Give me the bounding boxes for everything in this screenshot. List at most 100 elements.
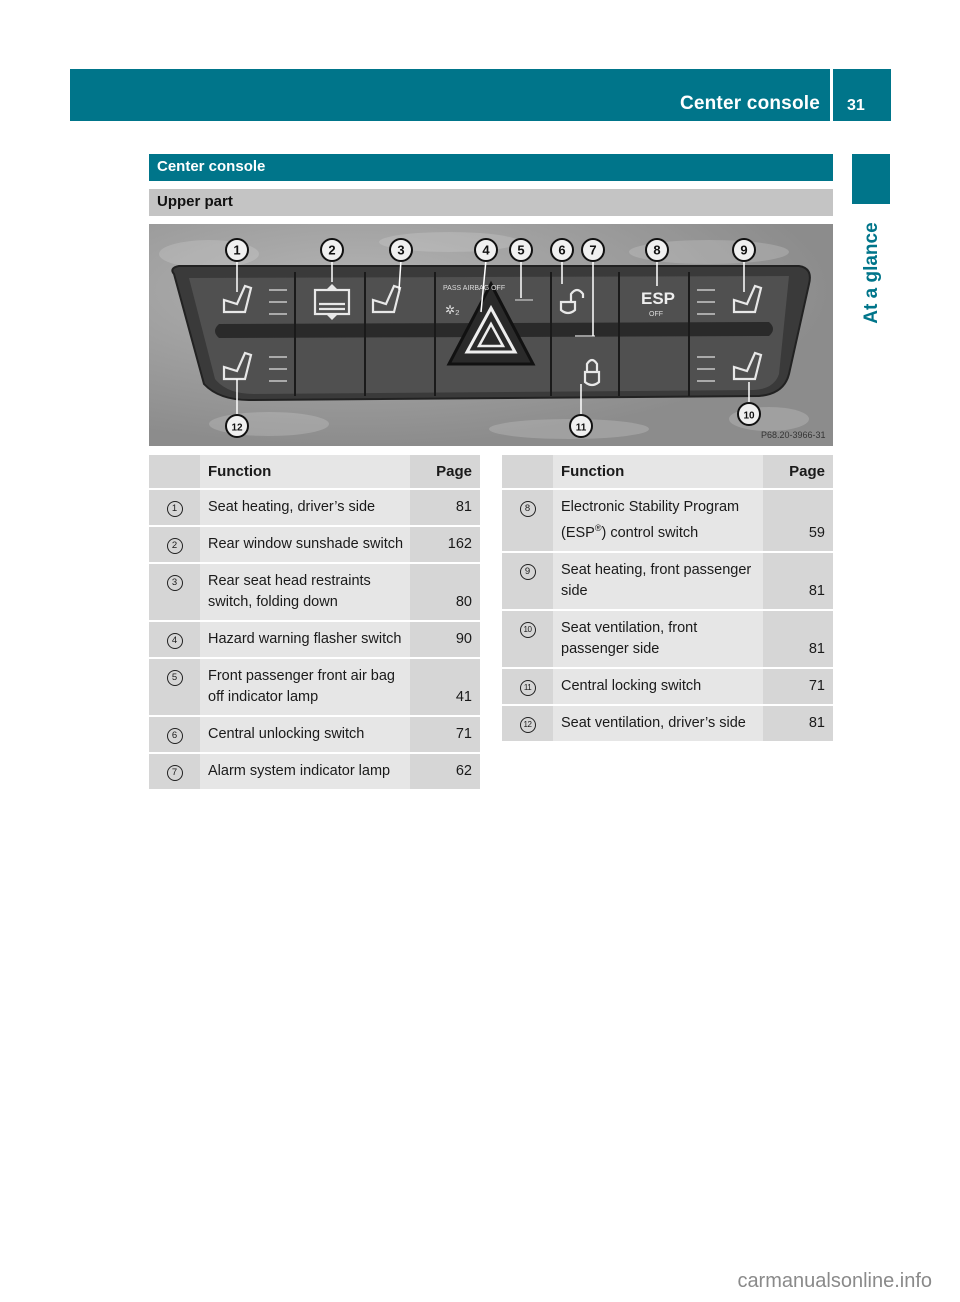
- callout-number-cell: 3: [149, 564, 200, 622]
- callout-number-icon: 4: [166, 633, 183, 649]
- callout-number: 11: [576, 423, 587, 434]
- callout-number-icon: 5: [166, 670, 183, 686]
- table-header-row: Function Page: [149, 455, 480, 490]
- callout-number-icon: 2: [166, 538, 183, 554]
- function-text: ) control switch: [601, 524, 699, 541]
- page-reference-cell: 81: [763, 610, 833, 669]
- page-number: 31: [847, 97, 865, 114]
- table-header-row: Function Page: [502, 455, 833, 490]
- callout-number: 4: [482, 243, 490, 258]
- header-function: Function: [200, 455, 410, 490]
- subsection-header: Upper part: [149, 189, 833, 216]
- table-row: 9 Seat heating, front passenger side 81: [502, 552, 833, 611]
- callout-number: 8: [653, 243, 660, 258]
- callout-number: 6: [558, 243, 565, 258]
- callout-number: 12: [231, 423, 243, 434]
- function-cell: Alarm system indicator lamp: [200, 754, 410, 791]
- function-cell: Seat ventilation, front passenger side: [553, 610, 763, 669]
- function-table-left: Function Page 1 Seat heating, driver’s si…: [149, 455, 480, 791]
- figure-reference-code: P68.20-3966-31: [761, 430, 826, 440]
- section-title: Center console: [157, 158, 266, 175]
- page-number-box: 31: [833, 69, 891, 121]
- header-number: [502, 455, 553, 490]
- function-cell: Hazard warning flasher switch: [200, 622, 410, 659]
- page-reference-cell: 62: [410, 754, 480, 791]
- page-reference-cell: 71: [410, 717, 480, 754]
- function-cell: Central locking switch: [553, 668, 763, 706]
- callout-number-cell: 7: [149, 754, 200, 791]
- callout-number-cell: 1: [149, 490, 200, 527]
- callout-number: 1: [233, 243, 240, 258]
- page-reference-cell: 71: [763, 668, 833, 706]
- callout-number-icon: 7: [166, 765, 183, 781]
- function-cell: Rear seat head restraints switch, foldin…: [200, 564, 410, 622]
- svg-text:✲₂: ✲₂: [445, 303, 460, 317]
- callout-number-cell: 4: [149, 622, 200, 659]
- console-illustration: PASS AIRBAG OFF ✲₂ ESP OFF 1 2 3 4 5 6 7 8 91011…: [149, 224, 833, 446]
- header-page: Page: [410, 455, 480, 490]
- table-row: 3 Rear seat head restraints switch, foldi…: [149, 564, 480, 622]
- header-number: [149, 455, 200, 490]
- table-row: 4 Hazard warning flasher switch 90: [149, 622, 480, 659]
- callout-number: 7: [589, 243, 596, 258]
- callout-number: 3: [397, 243, 404, 258]
- side-tab: At a glance: [856, 210, 888, 335]
- callout-number-icon: 1: [166, 501, 183, 517]
- page-reference-cell: 81: [763, 552, 833, 611]
- function-cell: Rear window sunshade switch: [200, 527, 410, 564]
- callout-number-icon: 6: [166, 728, 183, 744]
- subsection-title: Upper part: [157, 193, 233, 210]
- callout-number-cell: 9: [502, 552, 553, 611]
- callout-number-cell: 10: [502, 610, 553, 669]
- callout-number-icon: 9: [519, 563, 536, 580]
- table-row: 1 Seat heating, driver’s side 81: [149, 490, 480, 527]
- section-header: Center console: [149, 154, 833, 181]
- callout-number-cell: 12: [502, 705, 553, 743]
- callout-number-icon: 3: [166, 575, 183, 591]
- page-reference-cell: 81: [763, 705, 833, 743]
- function-cell: Central unlocking switch: [200, 717, 410, 754]
- callout-number: 2: [328, 243, 335, 258]
- table-row: 7 Alarm system indicator lamp 62: [149, 754, 480, 791]
- function-cell: Seat ventilation, driver’s side: [553, 705, 763, 743]
- page-reference-cell: 162: [410, 527, 480, 564]
- table-row: 8 Electronic Stability Program (ESP®) con…: [502, 490, 833, 553]
- header-function: Function: [553, 455, 763, 490]
- callout-number-cell: 8: [502, 490, 553, 553]
- page-reference-cell: 41: [410, 659, 480, 717]
- esp-button-label: ESP: [641, 289, 675, 308]
- page-reference-cell: 59: [763, 490, 833, 553]
- callout-number: 5: [517, 243, 524, 258]
- callout-number: 10: [743, 411, 755, 422]
- function-table-right: Function Page 8 Electronic Stability Prog…: [502, 455, 833, 743]
- function-cell: Electronic Stability Program (ESP®) cont…: [553, 490, 763, 553]
- callout-number-icon: 12: [519, 716, 536, 733]
- table-row: 2 Rear window sunshade switch 162: [149, 527, 480, 564]
- header-page: Page: [763, 455, 833, 490]
- function-cell: Front passenger front air bag off indica…: [200, 659, 410, 717]
- table-row: 5 Front passenger front air bag off indic…: [149, 659, 480, 717]
- running-header-title: Center console: [679, 93, 820, 114]
- callout-number-cell: 6: [149, 717, 200, 754]
- callout-number-icon: 10: [519, 621, 536, 638]
- running-header-bar: Center console: [70, 69, 830, 121]
- callout-number-icon: 11: [519, 679, 536, 696]
- esp-off-label: OFF: [649, 311, 663, 318]
- table-row: 11 Central locking switch 71: [502, 668, 833, 706]
- table-row: 6 Central unlocking switch 71: [149, 717, 480, 754]
- airbag-off-label: PASS AIRBAG OFF: [443, 285, 505, 292]
- table-row: 12 Seat ventilation, driver’s side 81: [502, 705, 833, 743]
- callout-number-cell: 11: [502, 668, 553, 706]
- callout-number-cell: 2: [149, 527, 200, 564]
- function-cell: Seat heating, driver’s side: [200, 490, 410, 527]
- side-tab-label: At a glance: [861, 221, 882, 324]
- callout-number-cell: 5: [149, 659, 200, 717]
- page-reference-cell: 80: [410, 564, 480, 622]
- page-reference-cell: 81: [410, 490, 480, 527]
- table-row: 10 Seat ventilation, front passenger side…: [502, 610, 833, 669]
- callout-number-icon: 8: [519, 501, 536, 517]
- center-console-figure: PASS AIRBAG OFF ✲₂ ESP OFF 1 2 3 4 5 6 7 8 9 10 11…: [149, 224, 833, 446]
- page-reference-cell: 90: [410, 622, 480, 659]
- watermark: carmanualsonline.info: [737, 1270, 932, 1292]
- callout-number: 9: [740, 243, 747, 258]
